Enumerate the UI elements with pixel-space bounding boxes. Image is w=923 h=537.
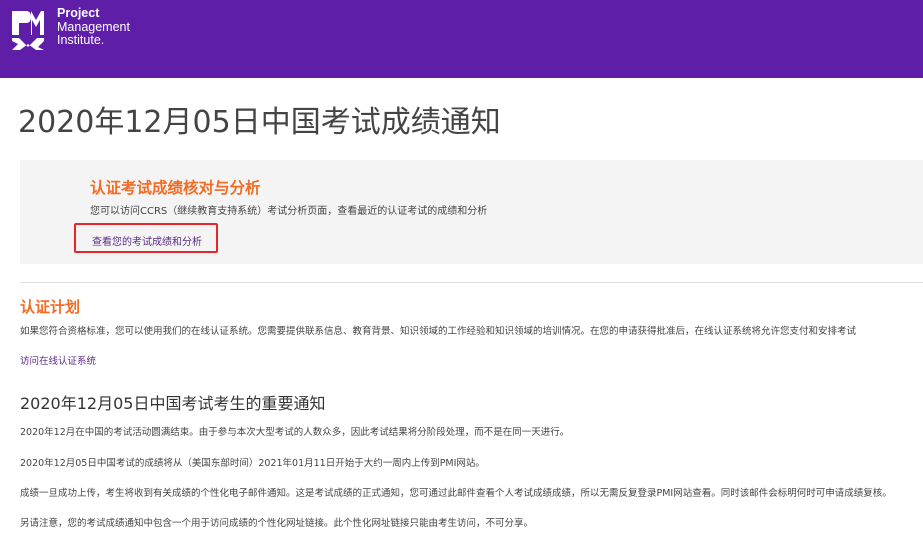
pmi-logo-icon[interactable] <box>12 8 44 50</box>
online-certification-link[interactable]: 访问在线认证系统 <box>20 353 96 367</box>
score-analysis-card: 认证考试成绩核对与分析 您可以访问CCRS（继续教育支持系统）考试分析页面，查看… <box>20 160 923 264</box>
logo-line-management: Management <box>57 19 130 34</box>
page-title: 2020年12月05日中国考试成绩通知 <box>18 105 501 140</box>
notice-paragraph: 2020年12月在中国的考试活动圆满结束。由于参与本次大型考试的人数众多，因此考… <box>20 427 570 438</box>
logo-line-institute: Institute. <box>57 33 105 47</box>
logo-wordmark[interactable]: Project Management Institute. <box>57 6 130 48</box>
notice-title: 2020年12月05日中国考试考生的重要通知 <box>20 394 326 413</box>
section-divider <box>20 282 923 283</box>
notice-paragraph: 2020年12月05日中国考试的成绩将从（美国东部时间）2021年01月11日开… <box>20 458 485 469</box>
certification-description: 如果您符合资格标准，您可以使用我们的在线认证系统。您需要提供联系信息、教育背景、… <box>20 326 857 337</box>
logo-line-project: Project <box>57 6 100 20</box>
notice-paragraph: 另请注意，您的考试成绩通知中包含一个用于访问成绩的个性化网址链接。此个性化网址链… <box>20 518 534 529</box>
certification-section-title: 认证计划 <box>20 298 81 316</box>
notice-paragraph: 成绩一旦成功上传，考生将收到有关成绩的个性化电子邮件通知。这是考试成绩的正式通知… <box>20 488 892 499</box>
card-title: 认证考试成绩核对与分析 <box>90 179 261 197</box>
card-description: 您可以访问CCRS（继续教育支持系统）考试分析页面，查看最近的认证考试的成绩和分… <box>90 206 488 217</box>
site-header: Project Management Institute. <box>0 0 923 78</box>
view-scores-link[interactable]: 查看您的考试成绩和分析 <box>92 233 202 248</box>
